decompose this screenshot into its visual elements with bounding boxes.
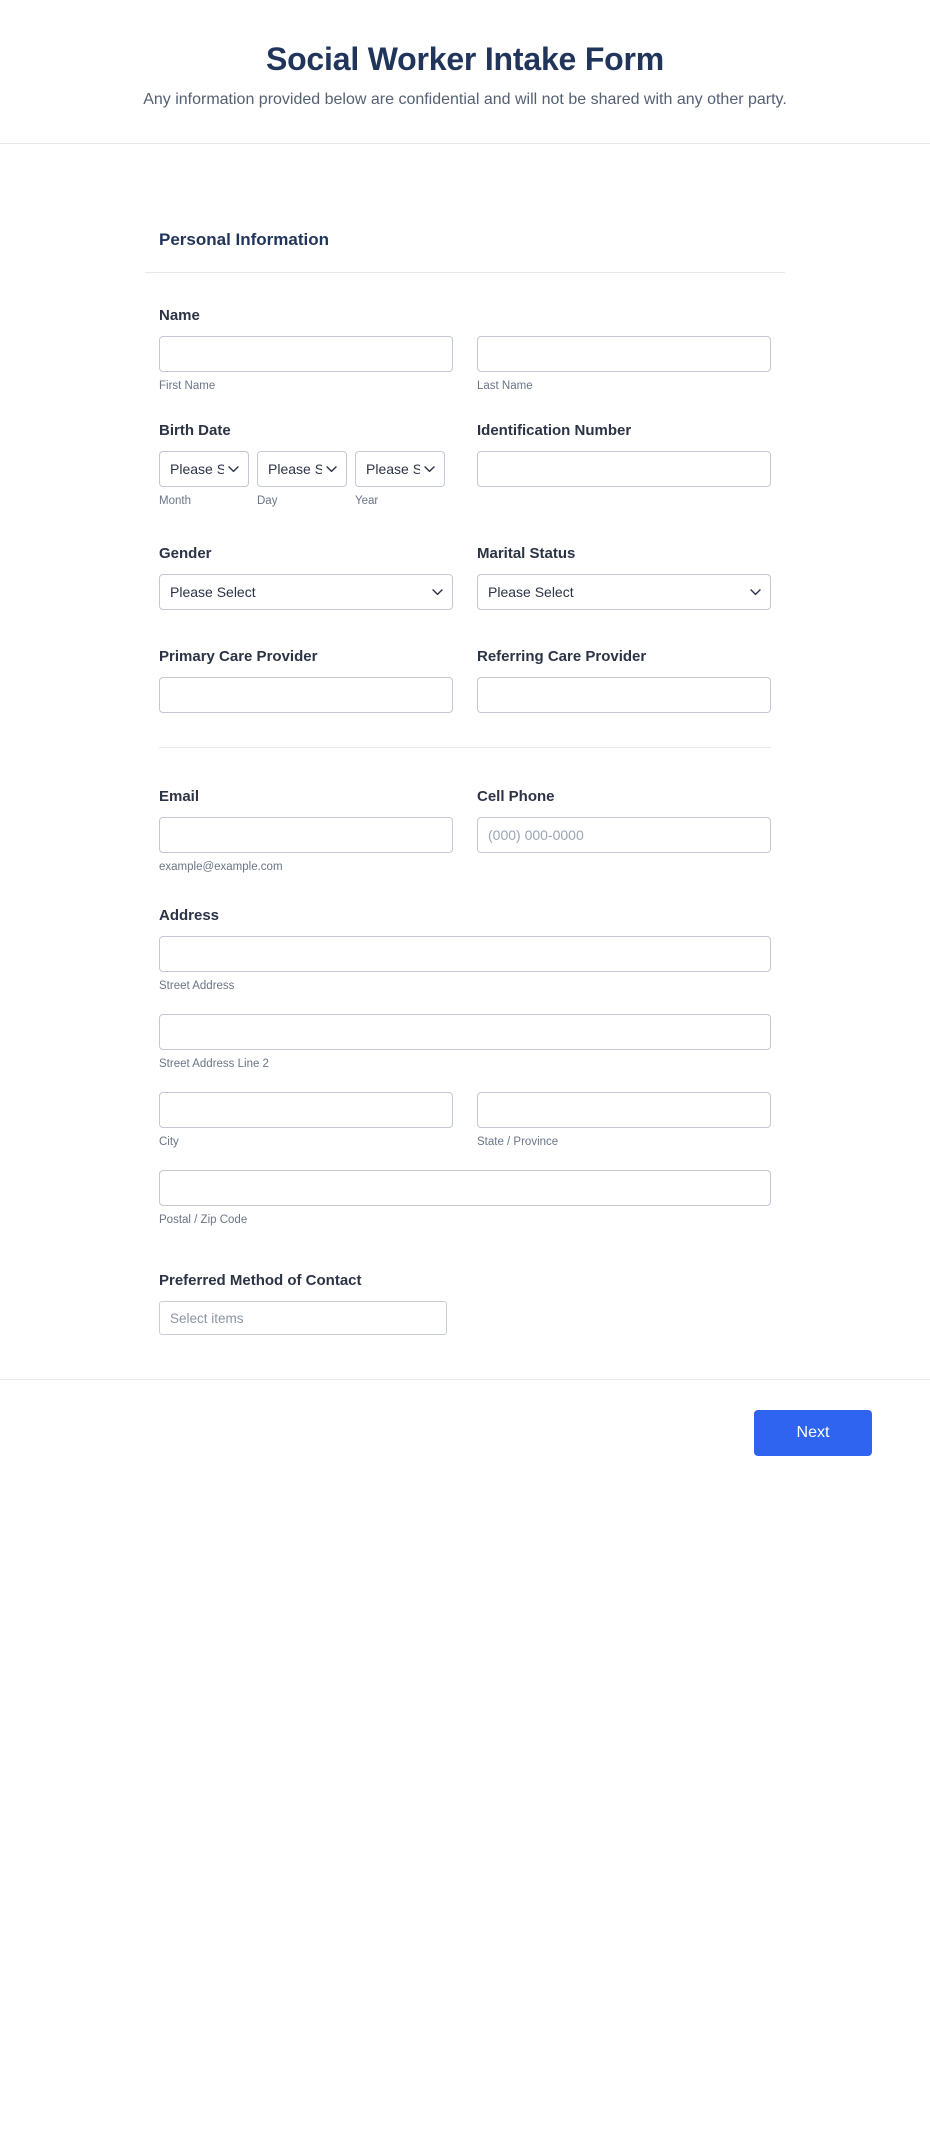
field-first-name: Name First Name <box>159 307 453 392</box>
street-address-line2-input[interactable] <box>159 1014 771 1051</box>
section-divider <box>145 272 785 274</box>
field-row-gender-marital: Gender Please Select Marital Status Plea… <box>145 545 785 611</box>
form-content: Personal Information Name First Name Las… <box>145 144 785 1336</box>
first-name-input[interactable] <box>159 336 453 373</box>
last-name-spacer-label <box>477 307 771 324</box>
field-street-address-2: Street Address Line 2 <box>159 1014 771 1070</box>
street-address-line2-sublabel: Street Address Line 2 <box>159 1058 269 1071</box>
birth-day-select[interactable]: Please Select <box>257 451 347 488</box>
field-row-name: Name First Name Last Name <box>145 307 785 392</box>
state-province-input[interactable] <box>477 1092 771 1129</box>
field-row-care-providers: Primary Care Provider Referring Care Pro… <box>145 648 785 714</box>
first-name-sublabel: First Name <box>159 380 216 393</box>
field-cell-phone: Cell Phone <box>477 788 771 873</box>
field-primary-care-provider: Primary Care Provider <box>159 648 453 714</box>
birth-day-sublabel: Day <box>257 495 278 508</box>
field-postal-code: Postal / Zip Code <box>159 1170 771 1226</box>
preferred-contact-multiselect[interactable]: Select items <box>159 1301 447 1336</box>
field-birth-date: Birth Date Please Select Month Please Se… <box>159 422 453 507</box>
city-input[interactable] <box>159 1092 453 1129</box>
birth-date-label: Birth Date <box>159 422 231 440</box>
postal-zip-code-sublabel: Postal / Zip Code <box>159 1214 248 1227</box>
field-row-postal-code: Postal / Zip Code <box>145 1170 785 1226</box>
field-row-street-address: Address Street Address <box>145 907 785 992</box>
name-label: Name <box>159 307 200 325</box>
email-sublabel: example@example.com <box>159 861 283 874</box>
birth-month-select[interactable]: Please Select <box>159 451 249 488</box>
form-body: Personal Information Name First Name Las… <box>0 144 930 1336</box>
gender-label: Gender <box>159 545 212 563</box>
field-city: City <box>159 1092 453 1148</box>
form-header: Social Worker Intake Form Any informatio… <box>0 0 930 145</box>
field-street-address: Address Street Address <box>159 907 771 992</box>
field-identification-number: Identification Number <box>477 422 771 507</box>
field-state-province: State / Province <box>477 1092 771 1148</box>
birth-date-month: Please Select Month <box>159 451 249 507</box>
cell-phone-input[interactable] <box>477 817 771 854</box>
city-sublabel: City <box>159 1136 179 1149</box>
contact-section-divider <box>159 747 771 749</box>
section-heading-personal-information: Personal Information <box>159 230 330 250</box>
referring-care-provider-label: Referring Care Provider <box>477 648 647 666</box>
field-row-street-address-2: Street Address Line 2 <box>145 1014 785 1070</box>
birth-date-day: Please Select Day <box>257 451 347 507</box>
birth-month-sublabel: Month <box>159 495 191 508</box>
identification-number-input[interactable] <box>477 451 771 488</box>
birth-year-select[interactable]: Please Select <box>355 451 445 488</box>
gender-select[interactable]: Please Select <box>159 574 453 611</box>
identification-number-label: Identification Number <box>477 422 632 440</box>
birth-date-selects: Please Select Month Please Select Day Pl… <box>159 451 453 507</box>
primary-care-provider-label: Primary Care Provider <box>159 648 318 666</box>
birth-year-sublabel: Year <box>355 495 379 508</box>
birth-date-year: Please Select Year <box>355 451 445 507</box>
field-email: Email example@example.com <box>159 788 453 873</box>
address-label: Address <box>159 907 220 925</box>
field-row-email-phone: Email example@example.com Cell Phone <box>145 788 785 873</box>
field-referring-care-provider: Referring Care Provider <box>477 648 771 714</box>
postal-zip-code-input[interactable] <box>159 1170 771 1207</box>
field-row-preferred-contact: Preferred Method of Contact Select items <box>145 1272 785 1336</box>
last-name-input[interactable] <box>477 336 771 373</box>
email-label: Email <box>159 788 200 806</box>
email-input[interactable] <box>159 817 453 854</box>
street-address-input[interactable] <box>159 936 771 973</box>
field-row-birthdate-id: Birth Date Please Select Month Please Se… <box>145 422 785 507</box>
field-last-name: Last Name <box>477 307 771 392</box>
field-gender: Gender Please Select <box>159 545 453 611</box>
preferred-contact-placeholder: Select items <box>170 1310 244 1326</box>
page-title: Social Worker Intake Form <box>265 41 665 77</box>
field-marital-status: Marital Status Please Select <box>477 545 771 611</box>
preferred-contact-label: Preferred Method of Contact <box>159 1272 362 1290</box>
marital-status-label: Marital Status <box>477 545 576 563</box>
cell-phone-label: Cell Phone <box>477 788 555 806</box>
form-footer: Next <box>0 1379 930 1502</box>
field-row-city-state: City State / Province <box>145 1092 785 1148</box>
referring-care-provider-input[interactable] <box>477 677 771 714</box>
last-name-sublabel: Last Name <box>477 380 533 393</box>
marital-status-select[interactable]: Please Select <box>477 574 771 611</box>
street-address-sublabel: Street Address <box>159 980 235 993</box>
next-button[interactable]: Next <box>754 1410 872 1457</box>
form-subtitle: Any information provided below are confi… <box>143 91 787 109</box>
primary-care-provider-input[interactable] <box>159 677 453 714</box>
state-province-sublabel: State / Province <box>477 1136 559 1149</box>
field-preferred-method-of-contact: Preferred Method of Contact Select items <box>159 1272 771 1336</box>
